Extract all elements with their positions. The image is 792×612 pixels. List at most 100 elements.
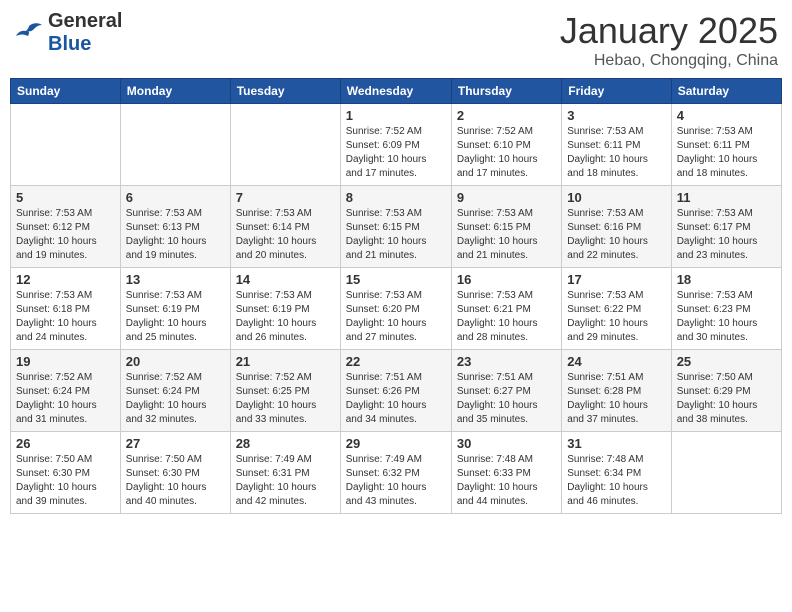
calendar-cell: 17 Sunrise: 7:53 AM Sunset: 6:22 PM Dayli… — [562, 268, 671, 350]
day-info: Sunrise: 7:53 AM Sunset: 6:17 PM Dayligh… — [677, 207, 776, 263]
day-info: Sunrise: 7:53 AM Sunset: 6:16 PM Dayligh… — [567, 207, 665, 263]
day-number: 26 — [16, 436, 115, 451]
day-number: 1 — [346, 108, 446, 123]
calendar-cell: 31 Sunrise: 7:48 AM Sunset: 6:34 PM Dayli… — [562, 432, 671, 514]
day-number: 2 — [457, 108, 556, 123]
day-info: Sunrise: 7:53 AM Sunset: 6:23 PM Dayligh… — [677, 289, 776, 345]
day-info: Sunrise: 7:52 AM Sunset: 6:09 PM Dayligh… — [346, 125, 446, 181]
day-number: 5 — [16, 190, 115, 205]
calendar-cell: 24 Sunrise: 7:51 AM Sunset: 6:28 PM Dayli… — [562, 350, 671, 432]
calendar-cell: 2 Sunrise: 7:52 AM Sunset: 6:10 PM Daylig… — [451, 104, 561, 186]
calendar-cell — [230, 104, 340, 186]
calendar-cell: 21 Sunrise: 7:52 AM Sunset: 6:25 PM Dayli… — [230, 350, 340, 432]
day-info: Sunrise: 7:52 AM Sunset: 6:10 PM Dayligh… — [457, 125, 556, 181]
day-info: Sunrise: 7:53 AM Sunset: 6:19 PM Dayligh… — [126, 289, 225, 345]
day-number: 13 — [126, 272, 225, 287]
day-number: 17 — [567, 272, 665, 287]
day-info: Sunrise: 7:48 AM Sunset: 6:34 PM Dayligh… — [567, 453, 665, 509]
day-info: Sunrise: 7:53 AM Sunset: 6:15 PM Dayligh… — [457, 207, 556, 263]
day-number: 28 — [236, 436, 335, 451]
day-info: Sunrise: 7:50 AM Sunset: 6:30 PM Dayligh… — [16, 453, 115, 509]
day-info: Sunrise: 7:53 AM Sunset: 6:22 PM Dayligh… — [567, 289, 665, 345]
title-block: January 2025 Hebao, Chongqing, China — [560, 10, 778, 70]
month-title: January 2025 — [560, 10, 778, 52]
weekday-header-wednesday: Wednesday — [340, 79, 451, 104]
calendar-cell — [11, 104, 121, 186]
calendar-cell: 23 Sunrise: 7:51 AM Sunset: 6:27 PM Dayli… — [451, 350, 561, 432]
calendar-cell: 14Sunrise: 7:53 AM Sunset: 6:19 PM Dayli… — [230, 268, 340, 350]
day-number: 16 — [457, 272, 556, 287]
day-number: 23 — [457, 354, 556, 369]
day-info: Sunrise: 7:53 AM Sunset: 6:13 PM Dayligh… — [126, 207, 225, 263]
day-info: Sunrise: 7:53 AM Sunset: 6:20 PM Dayligh… — [346, 289, 446, 345]
day-number: 11 — [677, 190, 776, 205]
calendar-cell: 6 Sunrise: 7:53 AM Sunset: 6:13 PM Daylig… — [120, 186, 230, 268]
calendar-cell: 22 Sunrise: 7:51 AM Sunset: 6:26 PM Dayli… — [340, 350, 451, 432]
day-number: 29 — [346, 436, 446, 451]
day-number: 14 — [236, 272, 335, 287]
day-number: 15 — [346, 272, 446, 287]
day-info: Sunrise: 7:49 AM Sunset: 6:32 PM Dayligh… — [346, 453, 446, 509]
calendar-table: SundayMondayTuesdayWednesdayThursdayFrid… — [10, 78, 782, 514]
day-info: Sunrise: 7:52 AM Sunset: 6:24 PM Dayligh… — [126, 371, 225, 427]
page-header: General Blue January 2025 Hebao, Chongqi… — [10, 10, 782, 70]
day-number: 22 — [346, 354, 446, 369]
day-number: 3 — [567, 108, 665, 123]
calendar-cell: 10 Sunrise: 7:53 AM Sunset: 6:16 PM Dayli… — [562, 186, 671, 268]
day-info: Sunrise: 7:48 AM Sunset: 6:33 PM Dayligh… — [457, 453, 556, 509]
calendar-cell: 7Sunrise: 7:53 AM Sunset: 6:14 PM Daylig… — [230, 186, 340, 268]
weekday-header-row: SundayMondayTuesdayWednesdayThursdayFrid… — [11, 79, 782, 104]
day-number: 31 — [567, 436, 665, 451]
calendar-cell: 9Sunrise: 7:53 AM Sunset: 6:15 PM Daylig… — [451, 186, 561, 268]
day-info: Sunrise: 7:53 AM Sunset: 6:15 PM Dayligh… — [346, 207, 446, 263]
day-number: 7 — [236, 190, 335, 205]
calendar-week-row: 5 Sunrise: 7:53 AM Sunset: 6:12 PM Daylig… — [11, 186, 782, 268]
calendar-cell: 16 Sunrise: 7:53 AM Sunset: 6:21 PM Dayli… — [451, 268, 561, 350]
day-number: 25 — [677, 354, 776, 369]
day-info: Sunrise: 7:53 AM Sunset: 6:21 PM Dayligh… — [457, 289, 556, 345]
weekday-header-friday: Friday — [562, 79, 671, 104]
weekday-header-thursday: Thursday — [451, 79, 561, 104]
logo-blue-text: Blue — [48, 33, 91, 55]
calendar-week-row: 26 Sunrise: 7:50 AM Sunset: 6:30 PM Dayli… — [11, 432, 782, 514]
calendar-cell: 4Sunrise: 7:53 AM Sunset: 6:11 PM Daylig… — [671, 104, 781, 186]
day-info: Sunrise: 7:51 AM Sunset: 6:27 PM Dayligh… — [457, 371, 556, 427]
day-info: Sunrise: 7:53 AM Sunset: 6:12 PM Dayligh… — [16, 207, 115, 263]
calendar-cell: 28 Sunrise: 7:49 AM Sunset: 6:31 PM Dayli… — [230, 432, 340, 514]
day-info: Sunrise: 7:51 AM Sunset: 6:28 PM Dayligh… — [567, 371, 665, 427]
day-number: 6 — [126, 190, 225, 205]
day-info: Sunrise: 7:53 AM Sunset: 6:18 PM Dayligh… — [16, 289, 115, 345]
logo-bird-icon — [14, 22, 44, 44]
day-info: Sunrise: 7:53 AM Sunset: 6:11 PM Dayligh… — [567, 125, 665, 181]
weekday-header-tuesday: Tuesday — [230, 79, 340, 104]
calendar-cell: 13 Sunrise: 7:53 AM Sunset: 6:19 PM Dayli… — [120, 268, 230, 350]
day-number: 20 — [126, 354, 225, 369]
weekday-header-monday: Monday — [120, 79, 230, 104]
day-info: Sunrise: 7:51 AM Sunset: 6:26 PM Dayligh… — [346, 371, 446, 427]
day-number: 24 — [567, 354, 665, 369]
day-number: 21 — [236, 354, 335, 369]
calendar-cell — [120, 104, 230, 186]
calendar-cell: 27 Sunrise: 7:50 AM Sunset: 6:30 PM Dayli… — [120, 432, 230, 514]
calendar-cell: 26 Sunrise: 7:50 AM Sunset: 6:30 PM Dayli… — [11, 432, 121, 514]
logo: General Blue — [14, 10, 122, 56]
day-number: 8 — [346, 190, 446, 205]
calendar-cell: 15 Sunrise: 7:53 AM Sunset: 6:20 PM Dayli… — [340, 268, 451, 350]
calendar-week-row: 1 Sunrise: 7:52 AM Sunset: 6:09 PM Daylig… — [11, 104, 782, 186]
calendar-cell: 25Sunrise: 7:50 AM Sunset: 6:29 PM Dayli… — [671, 350, 781, 432]
day-number: 12 — [16, 272, 115, 287]
calendar-week-row: 19 Sunrise: 7:52 AM Sunset: 6:24 PM Dayli… — [11, 350, 782, 432]
calendar-cell: 18Sunrise: 7:53 AM Sunset: 6:23 PM Dayli… — [671, 268, 781, 350]
calendar-cell: 29 Sunrise: 7:49 AM Sunset: 6:32 PM Dayli… — [340, 432, 451, 514]
logo-general-text: General — [48, 10, 122, 32]
day-info: Sunrise: 7:50 AM Sunset: 6:30 PM Dayligh… — [126, 453, 225, 509]
calendar-cell: 8 Sunrise: 7:53 AM Sunset: 6:15 PM Daylig… — [340, 186, 451, 268]
calendar-cell: 19Sunrise: 7:52 AM Sunset: 6:24 PM Dayli… — [11, 350, 121, 432]
day-number: 27 — [126, 436, 225, 451]
day-number: 10 — [567, 190, 665, 205]
calendar-cell — [671, 432, 781, 514]
day-info: Sunrise: 7:49 AM Sunset: 6:31 PM Dayligh… — [236, 453, 335, 509]
day-info: Sunrise: 7:53 AM Sunset: 6:11 PM Dayligh… — [677, 125, 776, 181]
day-number: 19 — [16, 354, 115, 369]
day-info: Sunrise: 7:52 AM Sunset: 6:25 PM Dayligh… — [236, 371, 335, 427]
